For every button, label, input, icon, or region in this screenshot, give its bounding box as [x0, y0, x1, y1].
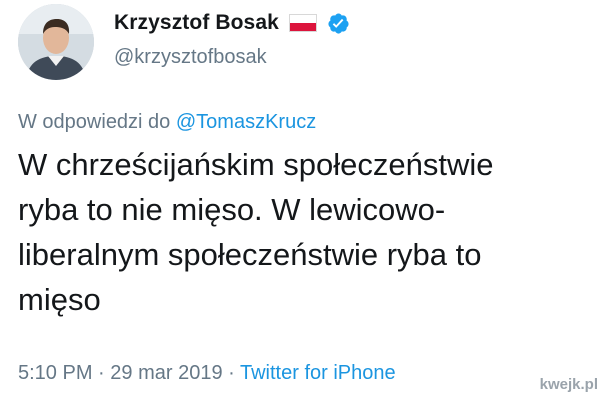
profile-photo-icon [18, 4, 94, 80]
author-handle[interactable]: @krzysztofbosak [114, 46, 584, 69]
tweet-author: Krzysztof Bosak @krzysztofbosak [114, 10, 584, 69]
site-watermark: kwejk.pl [539, 376, 598, 393]
tweet-text-line: liberalnym społeczeństwie ryba to [18, 237, 482, 272]
flag-poland-icon [288, 14, 317, 32]
tweet-time[interactable]: 5:10 PM [18, 362, 92, 384]
reply-to-handle-link[interactable]: @TomaszKrucz [176, 111, 316, 133]
avatar[interactable] [18, 4, 94, 80]
tweet-text-line: ryba to nie mięso. W lewicowo- [18, 192, 446, 227]
author-name-row: Krzysztof Bosak [114, 10, 584, 36]
meta-separator: · [222, 362, 240, 384]
author-display-name[interactable]: Krzysztof Bosak [114, 11, 279, 35]
meta-separator: · [92, 362, 111, 384]
tweet-metadata: 5:10 PM · 29 mar 2019 · Twitter for iPho… [18, 362, 396, 385]
tweet-text: W chrześcijańskim społeczeństwie ryba to… [18, 142, 603, 322]
tweet-date[interactable]: 29 mar 2019 [110, 362, 222, 384]
tweet-source-link[interactable]: Twitter for iPhone [240, 362, 396, 384]
tweet-text-line: mięso [18, 282, 101, 317]
tweet-text-line: W chrześcijańskim społeczeństwie [18, 147, 494, 182]
verified-badge-icon [328, 12, 349, 34]
reply-prefix: W odpowiedzi do [18, 111, 176, 133]
reply-context: W odpowiedzi do @TomaszKrucz [18, 111, 316, 134]
